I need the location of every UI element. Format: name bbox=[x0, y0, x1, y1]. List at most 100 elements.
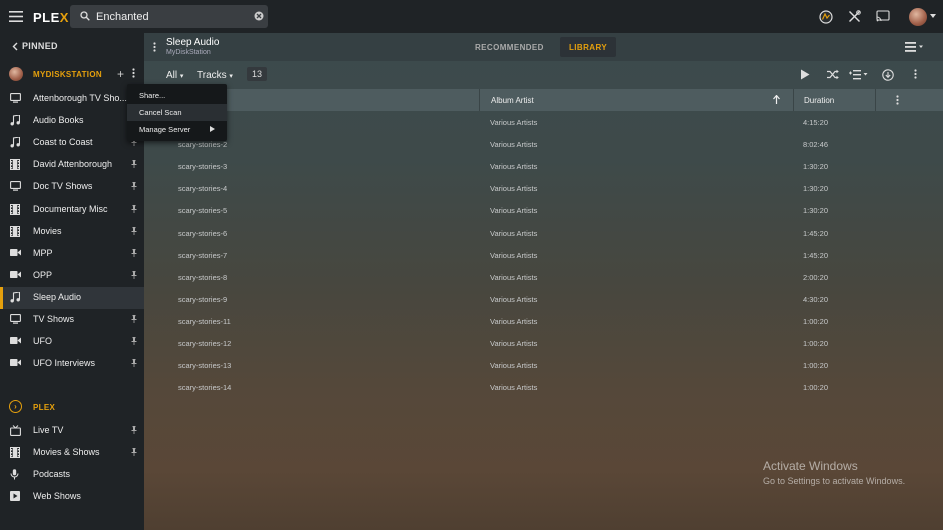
play-icon[interactable] bbox=[800, 69, 810, 80]
track-title[interactable]: scary-stories-13 bbox=[178, 361, 231, 370]
search-box[interactable] bbox=[70, 5, 268, 28]
add-icon[interactable]: + bbox=[117, 67, 124, 81]
track-artist[interactable]: Various Artists bbox=[490, 184, 537, 193]
more-vertical-icon[interactable] bbox=[896, 95, 899, 105]
menu-item-cancel-scan[interactable]: Cancel Scan bbox=[127, 104, 227, 121]
pin-icon[interactable] bbox=[131, 204, 137, 213]
pin-icon[interactable] bbox=[131, 359, 137, 368]
chevron-down-icon[interactable] bbox=[930, 14, 936, 18]
sidebar-item-podcasts[interactable]: Podcasts bbox=[0, 464, 144, 486]
server-row[interactable]: MYDISKSTATION + bbox=[0, 63, 144, 85]
table-row[interactable]: scary-stories-14 Various Artists 1:00:20 bbox=[144, 376, 943, 398]
table-row[interactable]: scary-stories-6 Various Artists 1:45:20 bbox=[144, 222, 943, 244]
sidebar-item-movies-and-shows[interactable]: Movies & Shows bbox=[0, 442, 144, 464]
track-artist[interactable]: Various Artists bbox=[490, 339, 537, 348]
search-input[interactable] bbox=[96, 8, 246, 25]
track-artist[interactable]: Various Artists bbox=[490, 206, 537, 215]
column-duration[interactable]: Duration bbox=[804, 96, 834, 105]
pin-icon[interactable] bbox=[131, 337, 137, 346]
track-artist[interactable]: Various Artists bbox=[490, 140, 537, 149]
download-icon[interactable] bbox=[882, 69, 894, 81]
sort-ascending-icon[interactable] bbox=[773, 95, 780, 104]
pin-icon[interactable] bbox=[131, 448, 137, 457]
add-to-queue-icon[interactable] bbox=[849, 69, 869, 80]
table-row[interactable]: scary-stories-9 Various Artists 4:30:20 bbox=[144, 288, 943, 310]
sidebar-item-live-tv[interactable]: Live TV bbox=[0, 420, 144, 442]
table-row[interactable]: scary-stories-13 Various Artists 1:00:20 bbox=[144, 354, 943, 376]
table-row[interactable]: scary-stories-12 Various Artists 1:00:20 bbox=[144, 332, 943, 354]
track-title[interactable]: scary-stories-4 bbox=[178, 184, 227, 193]
shuffle-icon[interactable] bbox=[827, 69, 839, 80]
filter-all-dropdown[interactable]: All ▾ bbox=[166, 70, 183, 81]
track-artist[interactable]: Various Artists bbox=[490, 383, 537, 392]
more-vertical-icon[interactable] bbox=[132, 68, 135, 78]
more-vertical-icon[interactable] bbox=[153, 42, 156, 52]
pin-icon[interactable] bbox=[131, 426, 137, 434]
table-row[interactable]: scary-stories-11 Various Artists 1:00:20 bbox=[144, 310, 943, 332]
pin-icon[interactable] bbox=[131, 248, 137, 257]
tab-recommended[interactable]: RECOMMENDED bbox=[466, 37, 553, 57]
track-title[interactable]: scary-stories-9 bbox=[178, 295, 227, 304]
sidebar-item-coast-to-coast[interactable]: Coast to Coast bbox=[0, 132, 144, 154]
activity-icon[interactable] bbox=[819, 10, 833, 24]
sidebar-item-tv-shows[interactable]: TV Shows bbox=[0, 309, 144, 331]
sidebar-item-david-attenborough[interactable]: David Attenborough bbox=[0, 154, 144, 176]
track-title[interactable]: scary-stories-8 bbox=[178, 273, 227, 282]
pin-icon[interactable] bbox=[131, 160, 137, 169]
track-title[interactable]: scary-stories-14 bbox=[178, 383, 231, 392]
menu-item-share[interactable]: Share... bbox=[127, 87, 227, 104]
track-artist[interactable]: Various Artists bbox=[490, 162, 537, 171]
sidebar-item-web-shows[interactable]: Web Shows bbox=[0, 486, 144, 508]
sidebar-item-movies[interactable]: Movies bbox=[0, 221, 144, 243]
pinned-header[interactable]: PINNED bbox=[12, 41, 58, 51]
track-title[interactable]: scary-stories-12 bbox=[178, 339, 231, 348]
sidebar-item-documentary-misc[interactable]: Documentary Misc bbox=[0, 199, 144, 221]
film-icon bbox=[10, 447, 20, 459]
pin-icon[interactable] bbox=[131, 270, 137, 279]
menu-item-manage-server[interactable]: Manage Server bbox=[127, 121, 227, 138]
avatar[interactable] bbox=[909, 8, 927, 26]
table-row[interactable]: scary-stories-7 Various Artists 1:45:20 bbox=[144, 244, 943, 266]
sidebar-item-opp[interactable]: OPP bbox=[0, 265, 144, 287]
view-mode-icon[interactable] bbox=[905, 42, 925, 52]
sidebar-item-doc-tv-shows[interactable]: Doc TV Shows bbox=[0, 176, 144, 198]
table-row[interactable]: scary-stories-4 Various Artists 1:30:20 bbox=[144, 177, 943, 199]
more-vertical-icon[interactable] bbox=[914, 69, 917, 79]
sidebar-item-ufo[interactable]: UFO bbox=[0, 331, 144, 353]
plex-logo[interactable]: PLEX bbox=[33, 10, 69, 25]
clear-icon[interactable] bbox=[254, 11, 264, 21]
table-row[interactable]: scary-stories-2 Various Artists 8:02:46 bbox=[144, 133, 943, 155]
table-row[interactable]: scary-stories-1Various Artists4:15:20 bbox=[144, 111, 943, 133]
pin-icon[interactable] bbox=[131, 226, 137, 235]
track-title[interactable]: scary-stories-5 bbox=[178, 206, 227, 215]
track-artist[interactable]: Various Artists bbox=[490, 317, 537, 326]
pin-icon[interactable] bbox=[131, 182, 137, 191]
type-tracks-dropdown[interactable]: Tracks ▾ bbox=[197, 70, 233, 81]
track-title[interactable]: scary-stories-2 bbox=[178, 140, 227, 149]
hamburger-icon[interactable] bbox=[9, 10, 23, 23]
column-album-artist[interactable]: Album Artist bbox=[491, 96, 534, 105]
track-title[interactable]: scary-stories-3 bbox=[178, 162, 227, 171]
track-title[interactable]: scary-stories-6 bbox=[178, 229, 227, 238]
tools-icon[interactable] bbox=[848, 10, 861, 23]
track-artist[interactable]: Various Artists bbox=[490, 273, 537, 282]
sidebar-item-mpp[interactable]: MPP bbox=[0, 243, 144, 265]
table-row[interactable]: scary-stories-3 Various Artists 1:30:20 bbox=[144, 155, 943, 177]
track-artist[interactable]: Various Artists bbox=[490, 295, 537, 304]
tab-library[interactable]: LIBRARY bbox=[560, 37, 617, 57]
track-artist[interactable]: Various Artists bbox=[490, 251, 537, 260]
pin-icon[interactable] bbox=[131, 315, 137, 323]
track-artist[interactable]: Various Artists bbox=[490, 229, 537, 238]
track-title[interactable]: scary-stories-7 bbox=[178, 251, 227, 260]
column-divider bbox=[793, 89, 794, 111]
track-artist[interactable]: Various Artists bbox=[490, 118, 537, 127]
track-title[interactable]: scary-stories-11 bbox=[178, 317, 231, 326]
track-artist[interactable]: Various Artists bbox=[490, 361, 537, 370]
table-row[interactable]: scary-stories-5 Various Artists 1:30:20 bbox=[144, 199, 943, 221]
sidebar-item-ufo-interviews[interactable]: UFO Interviews bbox=[0, 353, 144, 375]
sidebar-item-audio-books[interactable]: Audio Books bbox=[0, 110, 144, 132]
table-row[interactable]: scary-stories-8 Various Artists 2:00:20 bbox=[144, 266, 943, 288]
sidebar-item-sleep-audio[interactable]: Sleep Audio bbox=[0, 286, 144, 309]
sidebar-item-attenborough-tv-sho[interactable]: Attenborough TV Sho... bbox=[0, 88, 144, 110]
cast-icon[interactable] bbox=[876, 10, 890, 22]
